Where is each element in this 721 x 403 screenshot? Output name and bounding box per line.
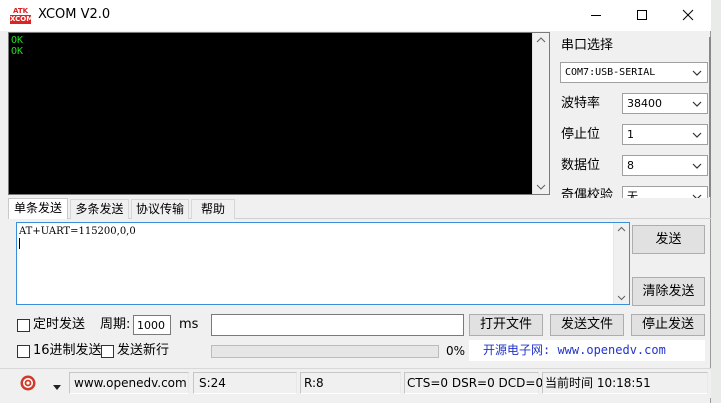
stop-bits-label: 停止位	[561, 127, 601, 142]
scroll-arrows-icon	[536, 37, 546, 190]
parity-row: 奇偶校验 无	[558, 186, 710, 198]
chevron-down-icon[interactable]	[53, 380, 63, 390]
parity-value: 无	[627, 190, 638, 198]
data-bits-value: 8	[627, 159, 634, 172]
port-select[interactable]: COM7:USB-SERIAL	[560, 62, 708, 83]
statusbar-url-cell: www.openedv.com	[69, 372, 189, 394]
tab-multi-send[interactable]: 多条发送	[70, 199, 129, 219]
maximize-button[interactable]	[619, 0, 665, 30]
timed-send-checkbox[interactable]	[17, 319, 30, 332]
period-input[interactable]: 1000	[133, 315, 171, 335]
progress-label: 0%	[446, 344, 466, 358]
promo-box[interactable]: 开源电子网: www.openedv.com	[469, 340, 705, 361]
send-file-button[interactable]: 发送文件	[550, 314, 624, 336]
scroll-track-icon	[709, 37, 711, 197]
parity-select[interactable]: 无	[622, 186, 708, 198]
minimize-icon	[591, 15, 601, 16]
port-section-label: 串口选择	[561, 38, 614, 53]
terminal-scrollbar[interactable]	[532, 33, 549, 194]
statusbar-time: 当前时间 10:18:51	[545, 376, 651, 390]
promo-link[interactable]: 开源电子网: www.openedv.com	[483, 342, 666, 358]
chevron-down-icon	[692, 194, 702, 198]
send-newline-label: 发送新行	[117, 343, 170, 358]
tab-help[interactable]: 帮助	[191, 199, 235, 219]
parity-label: 奇偶校验	[561, 188, 614, 198]
scroll-arrows-icon	[617, 226, 626, 301]
clear-send-button[interactable]: 清除发送	[632, 277, 705, 306]
logo-bottom-text: XCOM	[10, 15, 34, 24]
close-button[interactable]	[665, 0, 711, 30]
baud-label: 波特率	[561, 96, 601, 111]
chevron-down-icon	[692, 70, 702, 76]
background-strip	[711, 0, 721, 403]
chevron-down-icon	[692, 132, 702, 138]
file-path-input[interactable]	[211, 314, 464, 336]
close-icon	[682, 9, 694, 21]
gear-icon-glyph	[20, 375, 36, 391]
send-textarea[interactable]: AT+UART=115200,0,0	[16, 222, 630, 305]
port-select-value: COM7:USB-SERIAL	[565, 67, 656, 78]
send-button[interactable]: 发送	[632, 225, 705, 254]
dropdown-triangle	[53, 385, 61, 390]
data-bits-select[interactable]: 8	[622, 155, 708, 176]
statusbar-sent: S:24	[199, 376, 226, 390]
maximize-icon	[637, 10, 647, 20]
stop-send-button[interactable]: 停止发送	[631, 314, 705, 336]
period-unit: ms	[179, 317, 199, 332]
baud-select[interactable]: 38400	[622, 93, 708, 114]
period-value: 1000	[137, 319, 165, 332]
terminal-output: OK OK	[11, 35, 24, 57]
send-text: AT+UART=115200,0,0	[19, 226, 136, 237]
statusbar-time-cell: 当前时间 10:18:51	[542, 372, 708, 394]
data-bits-label: 数据位	[561, 158, 601, 173]
open-file-button[interactable]: 打开文件	[469, 314, 543, 336]
statusbar-url[interactable]: www.openedv.com	[74, 376, 187, 390]
tab-protocol[interactable]: 协议传输	[131, 199, 189, 219]
textarea-scrollbar[interactable]	[613, 223, 629, 304]
send-progress-bar	[211, 345, 439, 358]
statusbar-received: R:8	[304, 376, 324, 390]
stop-bits-select[interactable]: 1	[622, 124, 708, 145]
timed-send-label: 定时发送	[33, 317, 86, 332]
gear-icon[interactable]	[19, 374, 37, 392]
receive-terminal[interactable]: OK OK	[8, 32, 550, 195]
stop-bits-value: 1	[627, 128, 634, 141]
window-title: XCOM V2.0	[38, 7, 111, 22]
hex-send-label: 16进制发送	[33, 343, 102, 358]
statusbar-signals-cell: CTS=0 DSR=0 DCD=0	[404, 372, 543, 394]
statusbar-sent-cell: S:24	[193, 372, 297, 394]
text-caret	[19, 238, 20, 249]
tab-single-send[interactable]: 单条发送	[8, 198, 68, 219]
chevron-down-icon	[692, 163, 702, 169]
hex-send-checkbox[interactable]	[17, 345, 30, 358]
logo-top-text: ATK	[12, 7, 29, 15]
statusbar-received-cell: R:8	[300, 372, 401, 394]
settings-scrollbar[interactable]	[709, 37, 711, 197]
baud-select-value: 38400	[627, 97, 662, 110]
period-label: 周期:	[100, 317, 131, 332]
minimize-button[interactable]	[573, 0, 619, 30]
chevron-down-icon	[692, 101, 702, 107]
app-logo: ATK XCOM	[9, 7, 34, 24]
statusbar-signals: CTS=0 DSR=0 DCD=0	[407, 376, 544, 390]
send-newline-checkbox[interactable]	[101, 345, 114, 358]
